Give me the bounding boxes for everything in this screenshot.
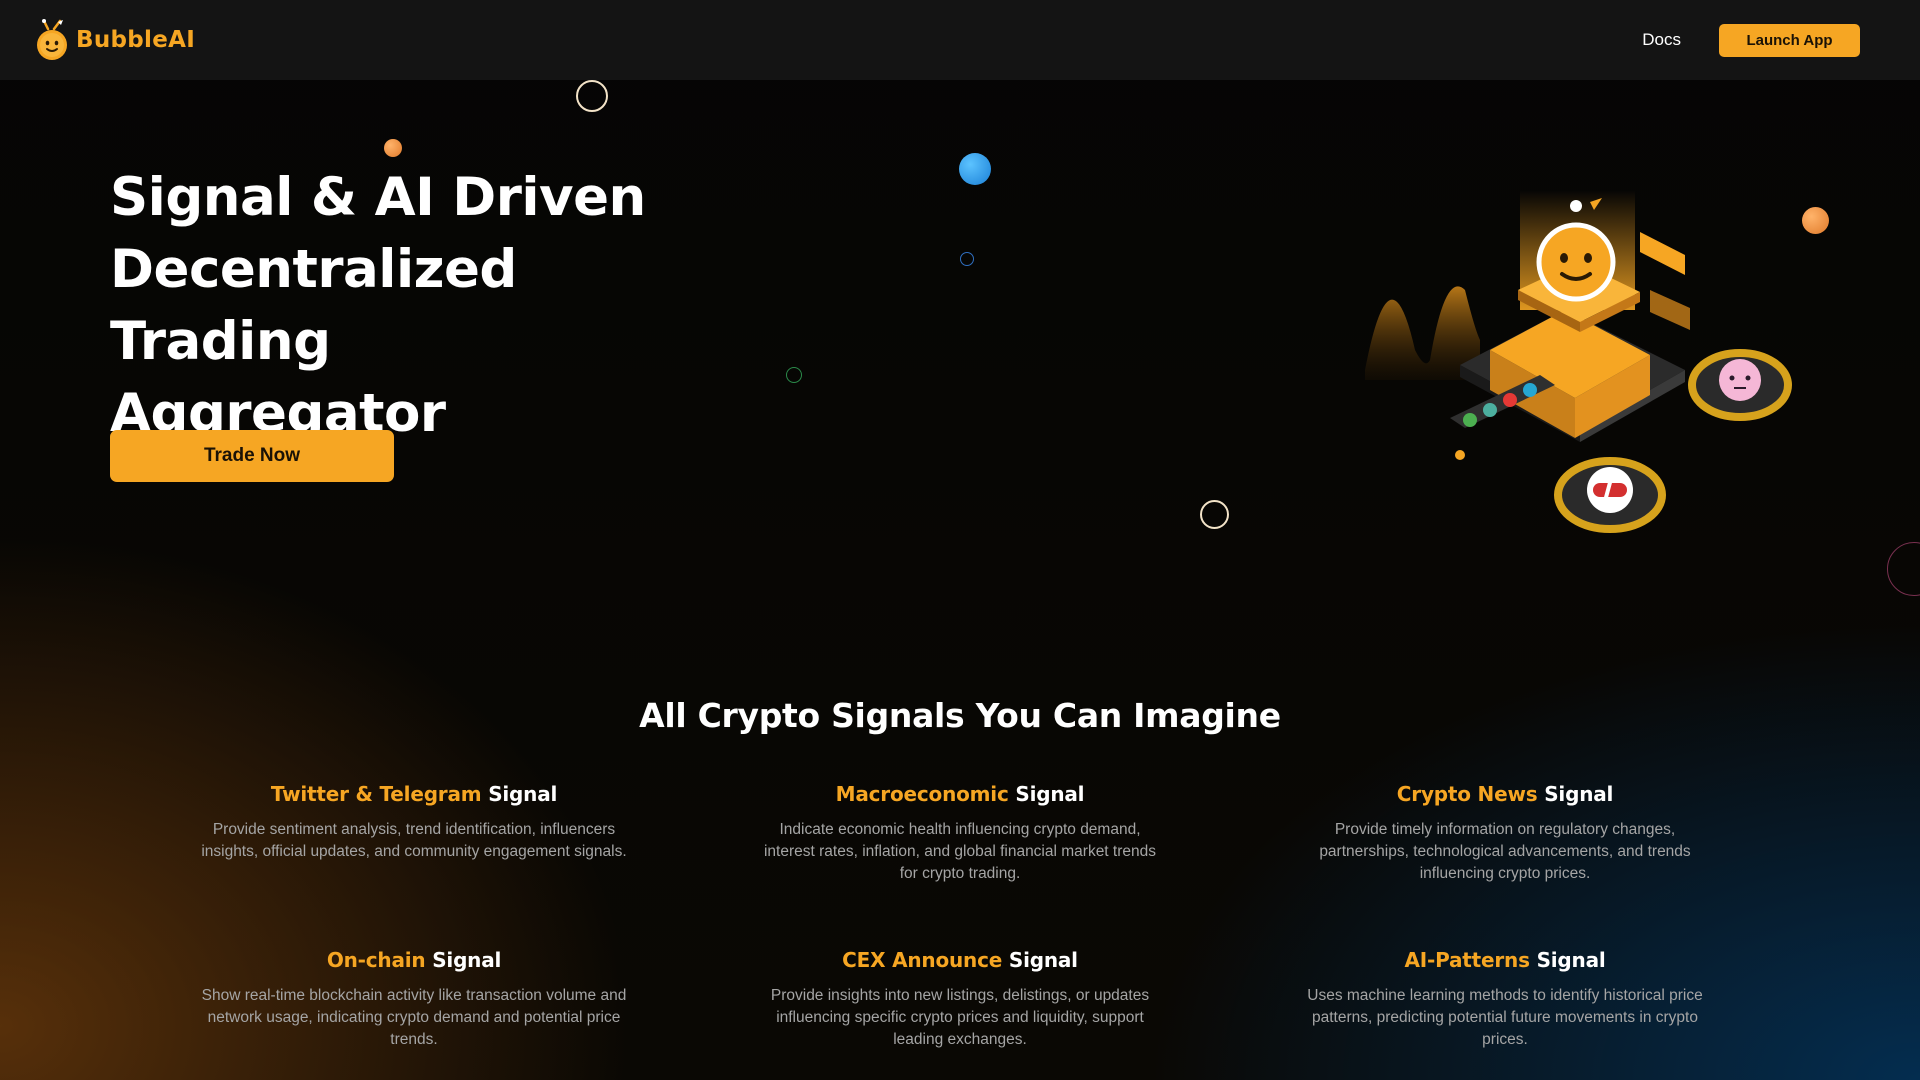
signal-card-description: Indicate economic health influencing cry… [763, 821, 1157, 882]
decor-bubble-small-blue [960, 252, 974, 266]
trading-machine-illustration [1350, 170, 1800, 550]
signal-card-heading: CEX Announce Signal [730, 948, 1190, 972]
signal-card-accent: AI-Patterns [1404, 948, 1530, 972]
decor-bubble-green [786, 367, 802, 383]
signal-card-suffix: Signal [1536, 948, 1606, 972]
signal-card-suffix: Signal [1015, 782, 1085, 806]
signal-card-cex-announce: CEX Announce Signal Provide insights int… [730, 948, 1190, 1051]
trade-now-button[interactable]: Trade Now [110, 430, 394, 482]
signal-card-crypto-news: Crypto News Signal Provide timely inform… [1275, 782, 1735, 885]
hero-title-line-2: Decentralized Trading [110, 239, 517, 372]
hero-title-line-1: Signal & AI Driven [110, 167, 646, 228]
bubble-logo-icon [34, 18, 70, 62]
signal-card-description: Show real-time blockchain activity like … [201, 987, 627, 1048]
signal-card-twitter-telegram: Twitter & Telegram Signal Provide sentim… [184, 782, 644, 863]
signal-card-suffix: Signal [1544, 782, 1614, 806]
signal-card-ai-patterns: AI-Patterns Signal Uses machine learning… [1275, 948, 1735, 1051]
signal-card-suffix: Signal [432, 948, 502, 972]
signal-card-description: Provide timely information on regulatory… [1319, 821, 1691, 882]
signal-card-accent: Crypto News [1396, 782, 1538, 806]
top-navbar: BubbleAI Docs Launch App [0, 0, 1920, 80]
decor-bubble-ring [576, 80, 608, 112]
signal-card-suffix: Signal [488, 782, 558, 806]
launch-app-button[interactable]: Launch App [1719, 23, 1860, 57]
signal-card-description: Provide insights into new listings, deli… [770, 987, 1150, 1048]
signal-card-accent: On-chain [326, 948, 426, 972]
header-nav: Docs Launch App [1642, 23, 1860, 57]
signal-card-suffix: Signal [1008, 948, 1078, 972]
signal-card-accent: Macroeconomic [835, 782, 1009, 806]
signal-card-description: Provide sentiment analysis, trend identi… [201, 821, 627, 860]
signal-card-heading: Macroeconomic Signal [730, 782, 1190, 806]
signal-card-accent: Twitter & Telegram [270, 782, 482, 806]
decor-bubble-orange [384, 139, 402, 157]
decor-bubble-blue [959, 153, 991, 185]
signal-card-accent: CEX Announce [842, 948, 1003, 972]
brand[interactable]: BubbleAI [34, 18, 195, 62]
decor-bubble-ring-2 [1200, 500, 1229, 529]
signal-card-heading: Crypto News Signal [1275, 782, 1735, 806]
signal-card-description: Uses machine learning methods to identif… [1307, 987, 1703, 1048]
signal-card-on-chain: On-chain Signal Show real-time blockchai… [184, 948, 644, 1051]
signals-section-title: All Crypto Signals You Can Imagine [639, 696, 1281, 735]
signal-card-macroeconomic: Macroeconomic Signal Indicate economic h… [730, 782, 1190, 885]
hero-title: Signal & AI Driven Decentralized Trading… [110, 162, 730, 450]
signal-card-heading: Twitter & Telegram Signal [184, 782, 644, 806]
nav-docs-link[interactable]: Docs [1642, 30, 1681, 50]
signal-card-heading: On-chain Signal [184, 948, 644, 972]
decor-bubble-orange-2 [1802, 207, 1829, 234]
signal-card-heading: AI-Patterns Signal [1275, 948, 1735, 972]
brand-name: BubbleAI [76, 27, 196, 53]
